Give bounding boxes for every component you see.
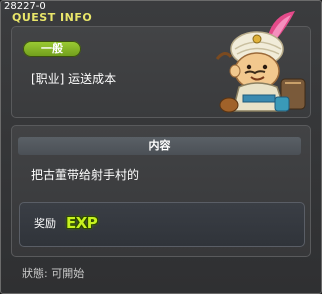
exp-icon: EXP: [66, 214, 98, 232]
quest-name: [职业] 运送成本: [31, 72, 117, 86]
window-title: QUEST INFO: [12, 11, 93, 24]
quest-description: 把古董带给射手村的: [31, 168, 140, 182]
quest-status: 狀態: 可開始: [22, 267, 85, 280]
reward-label: 奖励: [34, 217, 56, 230]
quest-info-window: 28227-0 QUEST INFO 一般 [职业] 运送成本 内容 把古董带给: [0, 0, 322, 294]
genie-npc-portrait: [215, 11, 306, 113]
quest-category-badge: 一般: [23, 41, 81, 57]
reward-box: [19, 202, 305, 247]
content-section-header: 内容: [18, 137, 301, 155]
